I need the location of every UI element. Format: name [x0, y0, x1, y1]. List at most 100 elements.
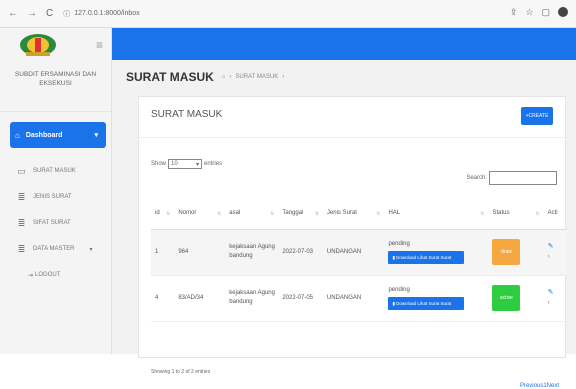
- logo-area: ≡: [0, 28, 111, 62]
- cell-status: draw: [488, 229, 544, 276]
- pagination[interactable]: Previous1Next: [520, 383, 559, 389]
- org-name: SUBDIT ERSAMINASI DAN EKSEKUSI: [0, 62, 111, 112]
- chevron-down-icon: ▾: [94, 132, 98, 139]
- sidebar-menu: ⌂ Dashboard ▾ ▭ SURAT MASUK ≣ JENIS SURA…: [0, 112, 111, 288]
- breadcrumb-separator: ›: [229, 74, 232, 80]
- cell-hal: pending ▮ Download Lihat Surat Surat: [384, 229, 489, 276]
- star-icon[interactable]: ☆: [525, 7, 533, 18]
- cell-asal: kejaksaan Agung bandung: [225, 275, 279, 322]
- database-icon: ≣: [17, 243, 26, 254]
- cell-tanggal: 2022-07-03: [278, 229, 323, 276]
- reload-icon[interactable]: C: [46, 8, 53, 19]
- cell-jenis: UNDANGAN: [322, 229, 385, 276]
- list-icon: ≣: [17, 217, 26, 228]
- breadcrumb-separator: ›: [282, 74, 285, 80]
- column-header-jenis-surat[interactable]: Jenis Surat ⇅: [322, 197, 385, 230]
- menu-toggle-icon[interactable]: ≡: [96, 38, 103, 52]
- sidebar-item-dashboard[interactable]: ⌂ Dashboard ▾: [10, 122, 106, 148]
- chevron-down-icon: ▾: [196, 161, 200, 168]
- page-header: SURAT MASUK ⌂ › SURAT MASUK ›: [112, 60, 576, 94]
- table-row: 4 83/AD/34 kejaksaan Agung bandung 2022-…: [151, 275, 567, 322]
- logout-icon: ⇥: [28, 272, 34, 279]
- main-content: SURAT MASUK ⌂ › SURAT MASUK › SURAT MASU…: [112, 60, 576, 389]
- breadcrumb: ⌂ › SURAT MASUK ›: [222, 74, 284, 80]
- sidebar-item-jenis-surat[interactable]: ≣ JENIS SURAT: [0, 184, 111, 210]
- cell-asal: kejaksaan Agung bandung: [225, 229, 279, 276]
- delete-icon[interactable]: ›: [548, 298, 567, 308]
- divider: [139, 137, 565, 138]
- inbox-icon: ▭: [17, 165, 26, 176]
- status-badge[interactable]: draw: [492, 239, 521, 265]
- browser-toolbar: ← → C ⓘ 127.0.0.1:8000/inbox ⇪ ☆ ▢: [0, 0, 576, 28]
- cell-jenis: UNDANGAN: [322, 275, 385, 322]
- cell-hal: pending ▮ Download Lihat Surat Surat: [384, 275, 489, 322]
- column-header-id[interactable]: id ⇅: [151, 197, 175, 230]
- sidebar-item-label: LOGOUT: [35, 272, 61, 278]
- cell-action: ✎ ›: [543, 275, 567, 322]
- sidebar-item-label: JENIS SURAT: [33, 194, 72, 200]
- top-navbar: [112, 28, 576, 60]
- cell-nomor: 83/AD/34: [174, 275, 226, 322]
- show-label: Show: [151, 161, 167, 167]
- profile-avatar[interactable]: [558, 7, 568, 17]
- home-icon: ⌂: [15, 130, 20, 140]
- sidebar: ≡ SUBDIT ERSAMINASI DAN EKSEKUSI ⌂ Dashb…: [0, 28, 112, 354]
- page-title: SURAT MASUK: [126, 70, 214, 84]
- cell-id: 4: [151, 275, 175, 322]
- cell-action: ✎ ›: [543, 229, 567, 276]
- status-badge[interactable]: active: [492, 285, 521, 311]
- edit-icon[interactable]: ✎: [548, 242, 567, 252]
- card-title: SURAT MASUK: [151, 109, 223, 120]
- browser-nav: ← → C: [8, 8, 53, 19]
- search-input[interactable]: [489, 171, 557, 185]
- list-icon: ≣: [17, 191, 26, 202]
- sidebar-item-label: DATA MASTER: [33, 246, 75, 252]
- share-icon[interactable]: ⇪: [510, 7, 518, 18]
- address-bar[interactable]: ⓘ 127.0.0.1:8000/inbox: [63, 9, 139, 19]
- column-header-action[interactable]: Acti: [543, 197, 567, 230]
- sidebar-item-data-master[interactable]: ≣ DATA MASTER ▾: [0, 236, 111, 262]
- sidebar-item-sifat-surat[interactable]: ≣ SIFAT SURAT: [0, 210, 111, 236]
- search-label: Search:: [466, 175, 487, 181]
- table-info: Showing 1 to 2 of 2 entries: [151, 369, 211, 375]
- cell-status: active: [488, 275, 544, 322]
- cell-id: 1: [151, 229, 175, 276]
- url-text: 127.0.0.1:8000/inbox: [74, 10, 140, 17]
- column-header-nomor[interactable]: Nomor ⇅: [174, 197, 226, 230]
- column-header-asal[interactable]: asal ⇅: [225, 197, 279, 230]
- chevron-down-icon: ▾: [89, 246, 93, 253]
- cell-tanggal: 2022-07-05: [278, 275, 323, 322]
- table-header-row: id ⇅ Nomor ⇅ asal ⇅ Tanggal ⇅ Jenis Surat ⇅ H…: [151, 197, 567, 230]
- sidebar-item-logout[interactable]: ⇥ LOGOUT: [0, 262, 111, 288]
- inbox-card: SURAT MASUK +CREATE Show 10 ▾ entries Se…: [138, 96, 567, 389]
- column-header-status[interactable]: Status ⇅: [488, 197, 544, 230]
- tab-icon[interactable]: ▢: [541, 7, 550, 18]
- download-button[interactable]: ▮ Download Lihat Surat Surat: [388, 297, 465, 310]
- site-info-icon[interactable]: ⓘ: [63, 9, 70, 19]
- edit-icon[interactable]: ✎: [548, 288, 567, 298]
- cell-nomor: 964: [174, 229, 226, 276]
- sidebar-item-surat-masuk[interactable]: ▭ SURAT MASUK: [0, 158, 111, 184]
- entries-length: Show 10 ▾ entries: [151, 159, 222, 169]
- entries-select[interactable]: 10 ▾: [168, 159, 203, 169]
- logo: [20, 34, 56, 56]
- back-icon[interactable]: ←: [8, 8, 18, 19]
- home-icon[interactable]: ⌂: [222, 74, 226, 80]
- sidebar-item-label: SIFAT SURAT: [33, 220, 71, 226]
- download-button[interactable]: ▮ Download Lihat Surat Surat: [388, 251, 465, 264]
- table-row: 1 964 kejaksaan Agung bandung 2022-07-03…: [151, 229, 567, 276]
- delete-icon[interactable]: ›: [548, 252, 567, 262]
- column-header-hal[interactable]: HAL ⇅: [384, 197, 489, 230]
- column-header-tanggal[interactable]: Tanggal ⇅: [278, 197, 323, 230]
- sidebar-item-label: Dashboard: [25, 131, 63, 139]
- forward-icon[interactable]: →: [27, 8, 37, 19]
- hal-text: pending: [388, 241, 410, 247]
- inbox-table: id ⇅ Nomor ⇅ asal ⇅ Tanggal ⇅ Jenis Surat ⇅ H…: [151, 197, 567, 322]
- hal-text: pending: [388, 287, 410, 293]
- table-search: Search:: [466, 171, 557, 185]
- browser-actions: ⇪ ☆ ▢: [510, 7, 568, 18]
- create-button[interactable]: +CREATE: [521, 107, 553, 125]
- entries-label: entries: [204, 161, 223, 167]
- breadcrumb-item[interactable]: SURAT MASUK: [235, 74, 278, 80]
- sidebar-item-label: SURAT MASUK: [33, 168, 76, 174]
